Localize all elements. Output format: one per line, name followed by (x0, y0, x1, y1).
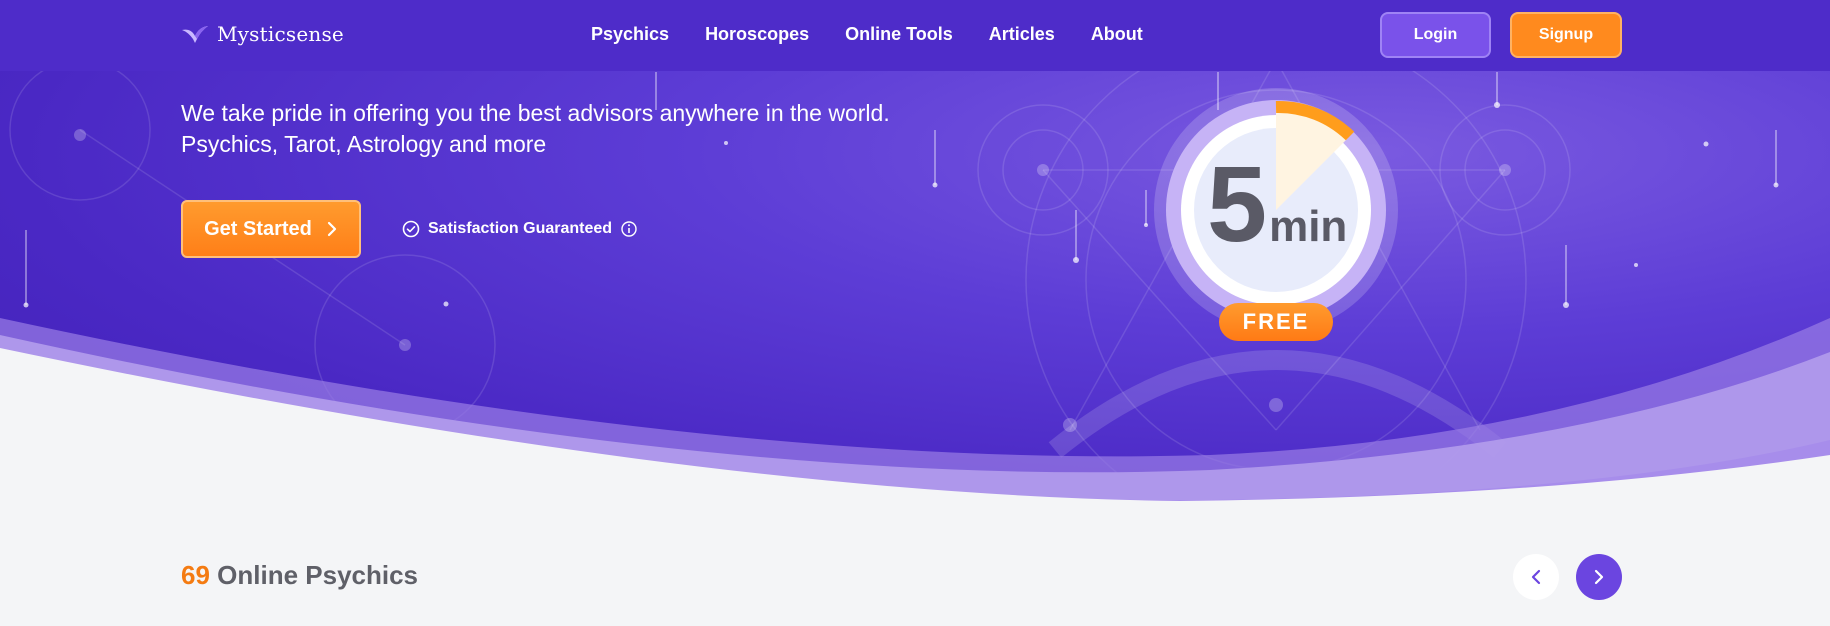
psychics-count: 69 (181, 560, 210, 590)
get-started-button[interactable]: Get Started (181, 200, 361, 258)
timer-unit: min (1269, 202, 1348, 251)
nav-item-about[interactable]: About (1091, 24, 1143, 45)
nav-item-psychics[interactable]: Psychics (591, 24, 669, 45)
chevron-right-icon (1594, 569, 1604, 585)
hero-line-1: We take pride in offering you the best a… (181, 100, 890, 126)
brand-name: Mysticsense (217, 22, 344, 46)
timer-number: 5 (1207, 143, 1268, 264)
get-started-label: Get Started (204, 217, 312, 240)
carousel-next-button[interactable] (1576, 554, 1622, 600)
chevron-right-icon (327, 221, 337, 237)
timer-value: 5 min (1207, 150, 1347, 258)
free-badge: FREE (1219, 303, 1333, 341)
online-psychics-heading: 69 Online Psychics (181, 560, 418, 591)
main-nav: Psychics Horoscopes Online Tools Article… (591, 24, 1143, 45)
bird-logo-icon (182, 26, 208, 43)
carousel-prev-button[interactable] (1513, 554, 1559, 600)
psychics-title: Online Psychics (217, 560, 419, 590)
hero-tagline: We take pride in offering you the best a… (181, 98, 890, 160)
check-circle-icon (402, 220, 420, 238)
brand-logo[interactable]: Mysticsense (181, 22, 344, 46)
satisfaction-guarantee: Satisfaction Guaranteed (402, 220, 638, 238)
nav-item-articles[interactable]: Articles (989, 24, 1055, 45)
satisfaction-label: Satisfaction Guaranteed (428, 220, 613, 237)
signup-button[interactable]: Signup (1510, 12, 1622, 58)
nav-item-online-tools[interactable]: Online Tools (845, 24, 953, 45)
hero-line-2: Psychics, Tarot, Astrology and more (181, 131, 547, 157)
top-navbar: Mysticsense Psychics Horoscopes Online T… (0, 0, 1830, 71)
info-icon[interactable] (620, 220, 638, 238)
nav-item-horoscopes[interactable]: Horoscopes (705, 24, 809, 45)
chevron-left-icon (1531, 569, 1541, 585)
login-button[interactable]: Login (1380, 12, 1491, 58)
page-root: Mysticsense Psychics Horoscopes Online T… (0, 0, 1830, 626)
